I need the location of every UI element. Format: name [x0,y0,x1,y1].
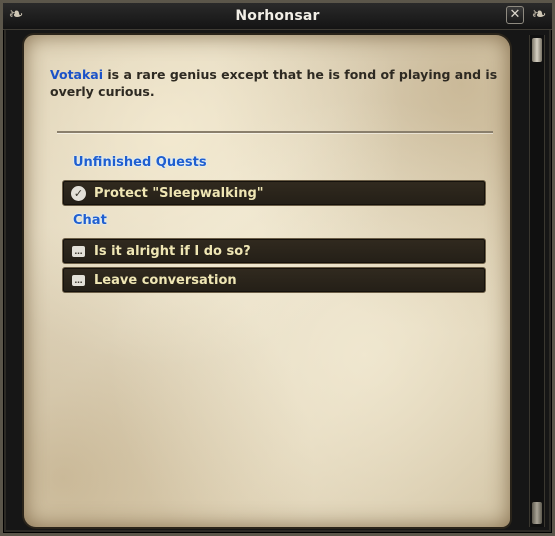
scrollbar-bottom-cap[interactable] [532,502,542,524]
window-title: Norhonsar [235,8,320,24]
ornament-right-icon: ❧ [531,4,547,25]
speech-bubble-icon: … [72,246,85,257]
chat-option-label: Leave conversation [94,273,237,288]
scrollbar[interactable] [529,35,545,527]
npc-description: Votakai is a rare genius except that he … [50,66,502,100]
quest-check-icon: ✓ [71,186,86,201]
unfinished-quests-label: Unfinished Quests [73,155,207,170]
scrollbar-thumb[interactable] [532,38,542,62]
chat-option-is-it-alright[interactable]: … Is it alright if I do so? [62,238,486,264]
quest-option-label: Protect "Sleepwalking" [94,186,264,201]
close-button[interactable]: ✕ [506,6,524,24]
title-bar[interactable]: ❧ Norhonsar ✕ ❧ [3,3,552,30]
chat-option-leave-conversation[interactable]: … Leave conversation [62,267,486,293]
chat-option-label: Is it alright if I do so? [94,244,251,259]
speech-bubble-icon: … [72,275,85,286]
divider [57,131,493,133]
chat-label: Chat [73,213,107,228]
npc-name: Votakai [50,67,104,82]
parchment-panel: Votakai is a rare genius except that he … [24,35,510,527]
quest-option-protect-sleepwalking[interactable]: ✓ Protect "Sleepwalking" [62,180,486,206]
npc-description-text: is a rare genius except that he is fond … [50,67,498,99]
dialog-window: ❧ Norhonsar ✕ ❧ Votakai is a rare genius… [0,0,555,536]
